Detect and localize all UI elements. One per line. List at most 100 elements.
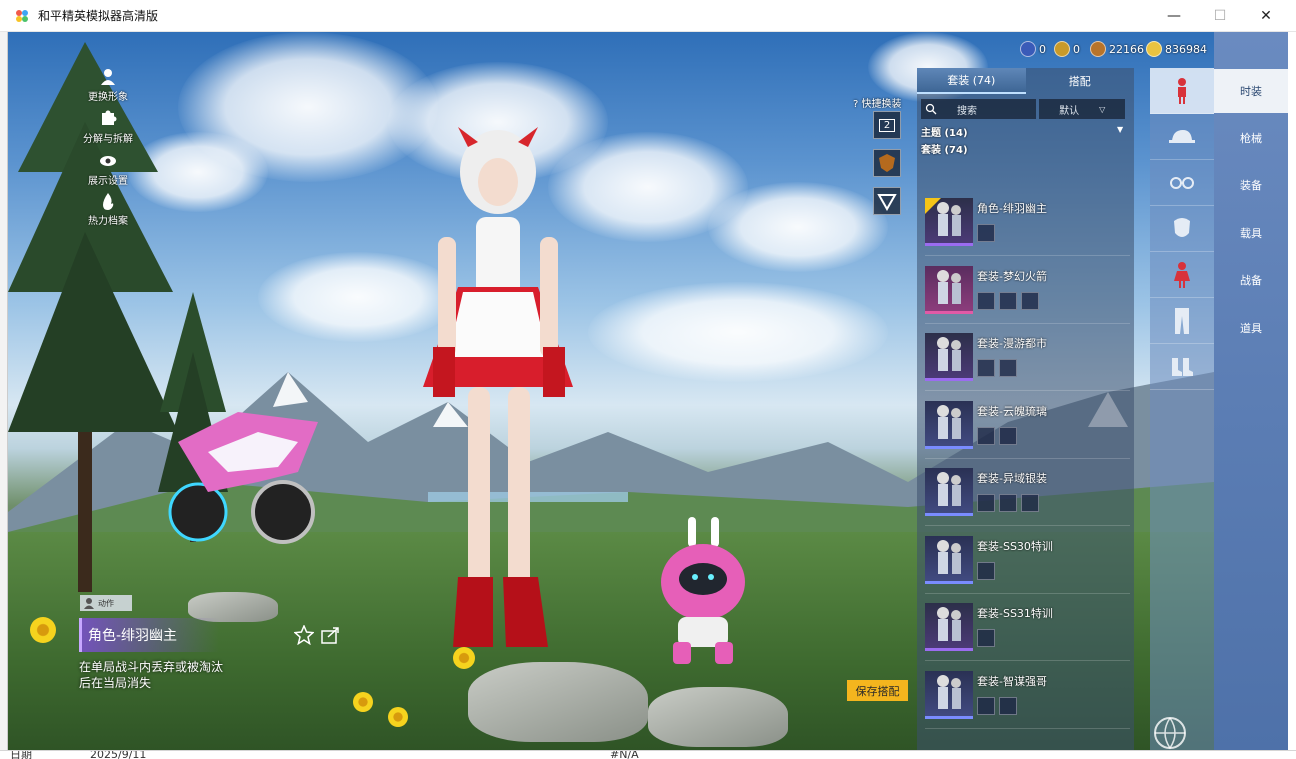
outfit-part-icon[interactable] bbox=[977, 696, 995, 715]
nav-battle-prep[interactable]: 战备 bbox=[1214, 258, 1288, 302]
globe-icon[interactable] bbox=[1152, 715, 1188, 750]
outfit-part-icon[interactable] bbox=[977, 359, 995, 377]
hanger-icon: 2 bbox=[878, 118, 896, 132]
currency-slot[interactable]: 22166 bbox=[1090, 41, 1144, 57]
currency-value: 0 bbox=[1073, 42, 1080, 56]
quick-slot-badge[interactable] bbox=[873, 149, 901, 177]
outfit-part-icon[interactable] bbox=[1021, 291, 1039, 310]
shield-badge-icon bbox=[879, 154, 895, 172]
category-headwear[interactable] bbox=[1150, 114, 1214, 160]
minimize-button[interactable]: — bbox=[1151, 0, 1197, 31]
tab-suits[interactable]: 套装 (74) bbox=[917, 68, 1026, 94]
outfit-list-item[interactable]: 套装-梦幻火箭 bbox=[925, 264, 1130, 324]
background-spreadsheet-strip: 日期 2025/9/11 #N/A bbox=[0, 750, 1296, 759]
outfit-thumbnail bbox=[925, 603, 973, 651]
decompose-button[interactable]: 分解与拆解 bbox=[68, 110, 148, 145]
share-icon[interactable] bbox=[320, 625, 340, 645]
category-shoes[interactable] bbox=[1150, 344, 1214, 390]
outfit-name: 套装-云魄琉璃 bbox=[977, 404, 1047, 418]
close-window-button[interactable]: ✕ bbox=[1243, 0, 1289, 31]
outfit-list-item[interactable]: 角色-绯羽幽主 bbox=[925, 196, 1130, 256]
outfit-part-icon[interactable] bbox=[977, 291, 995, 310]
flower bbox=[353, 692, 373, 712]
selected-item-name: 角色-绯羽幽主 bbox=[79, 618, 219, 652]
outfit-part-icon[interactable] bbox=[977, 629, 995, 647]
save-outfit-button[interactable]: 保存搭配 bbox=[847, 680, 908, 701]
maximize-button[interactable]: ☐ bbox=[1197, 0, 1243, 31]
display-settings-button[interactable]: 展示设置 bbox=[68, 152, 148, 187]
change-appearance-button[interactable]: 更换形象 bbox=[68, 68, 148, 103]
menu-label: 热力档案 bbox=[88, 216, 128, 227]
nav-items[interactable]: 道具 bbox=[1214, 306, 1288, 350]
category-pants[interactable] bbox=[1150, 298, 1214, 344]
outfit-part-icon[interactable] bbox=[977, 494, 995, 512]
tab-matching[interactable]: 搭配 bbox=[1026, 68, 1135, 94]
search-row: 搜索 默认 ▽ bbox=[921, 99, 1125, 119]
game-viewport: 更换形象 分解与拆解 展示设置 热力档案 0 0 22166 836984 ? … bbox=[8, 32, 1214, 750]
nav-fashion[interactable]: 时装 bbox=[1214, 69, 1288, 113]
outfit-thumbnail bbox=[925, 265, 973, 314]
action-tag-label: 动作 bbox=[98, 598, 114, 608]
search-input[interactable]: 搜索 bbox=[921, 99, 1037, 119]
outfit-list-item[interactable]: 套装-异域银装 bbox=[925, 466, 1130, 526]
outfit-part-icon[interactable] bbox=[999, 359, 1017, 377]
character-model bbox=[423, 127, 573, 647]
outfit-name: 套装-SS31特训 bbox=[977, 607, 1053, 620]
currency-value: 22166 bbox=[1109, 42, 1144, 56]
outfit-list-item[interactable]: 套装-智谋强哥 bbox=[925, 669, 1130, 729]
coin-gold-icon bbox=[1054, 41, 1070, 57]
nav-weapons[interactable]: 枪械 bbox=[1214, 116, 1288, 160]
outfit-thumbnail bbox=[925, 400, 973, 449]
group-theme-header[interactable]: 主题 (14) bbox=[921, 124, 968, 139]
outfit-thumbnail bbox=[925, 198, 973, 246]
sort-dropdown[interactable]: 默认 ▽ bbox=[1039, 99, 1125, 119]
puzzle-icon bbox=[102, 110, 117, 125]
outfit-list-item[interactable]: 套装-漫游都市 bbox=[925, 331, 1130, 391]
category-character[interactable] bbox=[1150, 68, 1214, 114]
group-suits-header: 套装 (74) bbox=[921, 145, 968, 156]
outfit-part-icon[interactable] bbox=[1021, 494, 1039, 512]
rock bbox=[648, 687, 788, 747]
nav-vehicles[interactable]: 载具 bbox=[1214, 211, 1288, 255]
bg-cell-c: #N/A bbox=[610, 750, 639, 759]
glasses-icon bbox=[1170, 176, 1194, 189]
quick-change-label[interactable]: ? 快捷换装 bbox=[853, 95, 902, 110]
quick-slot-emblem[interactable] bbox=[873, 187, 901, 215]
category-eyewear[interactable] bbox=[1150, 160, 1214, 206]
quick-slot-hanger[interactable]: 2 bbox=[873, 111, 901, 139]
currency-slot[interactable]: 0 bbox=[1054, 41, 1080, 57]
category-outfit[interactable] bbox=[1150, 252, 1214, 298]
category-mask[interactable] bbox=[1150, 206, 1214, 252]
outfit-list-item[interactable]: 套装-云魄琉璃 bbox=[925, 399, 1130, 459]
currency-value: 0 bbox=[1039, 42, 1046, 56]
outfit-part-icon[interactable] bbox=[999, 696, 1017, 715]
outfit-part-icon[interactable] bbox=[999, 494, 1017, 512]
outfit-part-icon[interactable] bbox=[977, 426, 995, 445]
favorite-star-icon[interactable] bbox=[294, 625, 314, 645]
outfit-name: 套装-SS30特训 bbox=[977, 539, 1053, 553]
outfit-part-icon[interactable] bbox=[999, 426, 1017, 445]
currency-slot[interactable]: 0 bbox=[1020, 41, 1046, 57]
help-icon: ? bbox=[853, 99, 859, 110]
outfit-name: 套装-梦幻火箭 bbox=[977, 269, 1047, 283]
right-nav: 时装 枪械 装备 载具 战备 道具 bbox=[1214, 32, 1288, 750]
outfit-part-icon[interactable] bbox=[977, 224, 995, 242]
nav-equipment[interactable]: 装备 bbox=[1214, 163, 1288, 207]
action-tag[interactable]: 动作 bbox=[80, 595, 132, 611]
bg-cell-a: 日期 bbox=[10, 750, 32, 759]
bg-cell-b: 2025/9/11 bbox=[90, 750, 147, 759]
outfit-part-icon[interactable] bbox=[999, 291, 1017, 310]
motorcycle bbox=[168, 412, 318, 544]
outfit-part-icon[interactable] bbox=[977, 561, 995, 580]
heat-archive-button[interactable]: 热力档案 bbox=[68, 192, 148, 227]
outfit-list-item[interactable]: 套装-SS30特训 bbox=[925, 534, 1130, 594]
currency-slot[interactable]: 836984 bbox=[1146, 41, 1207, 57]
outfit-list-panel: 套装 (74) 搭配 搜索 默认 ▽ 主题 (14) ▼ 套装 (74) 角色-… bbox=[917, 68, 1134, 750]
panel-tabs: 套装 (74) 搭配 bbox=[917, 68, 1134, 94]
eye-icon bbox=[100, 156, 116, 166]
category-column bbox=[1150, 68, 1214, 750]
outfit-list-item[interactable]: 套装-SS31特训 bbox=[925, 601, 1130, 661]
coin-blue-icon bbox=[1020, 41, 1036, 57]
rock bbox=[468, 662, 648, 742]
caret-down-icon: ▼ bbox=[1117, 125, 1124, 134]
